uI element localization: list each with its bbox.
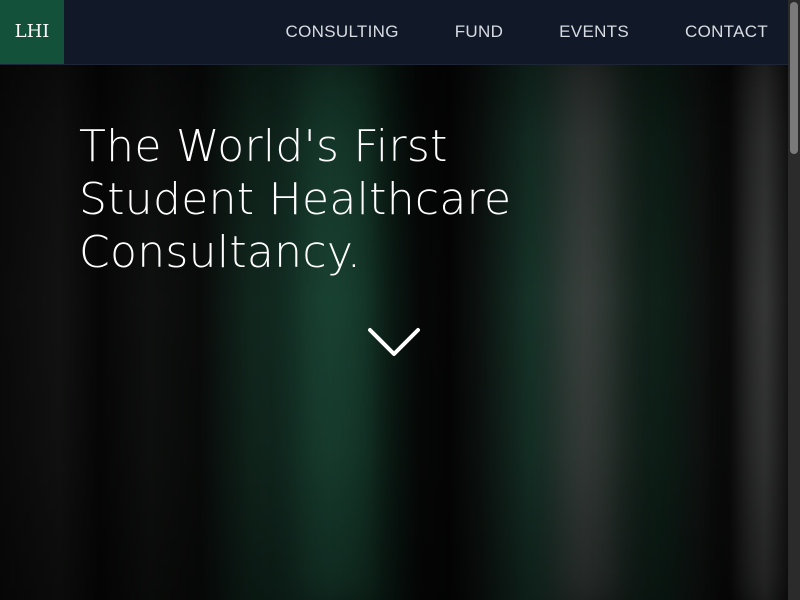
hero-vignette [0,0,788,600]
page-scrollbar[interactable] [788,0,800,600]
nav-item-consulting[interactable]: CONSULTING [286,22,399,42]
hero-headline-line: Consultancy. [79,227,362,278]
navbar: LHI CONSULTING FUND EVENTS CONTACT [0,0,788,65]
hero-headline-line: Student Healthcare [79,174,512,225]
chevron-down-icon[interactable] [366,326,422,360]
nav-item-contact[interactable]: CONTACT [685,22,768,42]
nav-item-fund[interactable]: FUND [455,22,503,42]
hero-headline: The World's First Student Healthcare Con… [79,120,639,279]
logo[interactable]: LHI [0,0,64,64]
page: LHI CONSULTING FUND EVENTS CONTACT The W… [0,0,800,600]
nav-item-events[interactable]: EVENTS [559,22,629,42]
scrollbar-thumb[interactable] [790,2,798,154]
hero-headline-line: The World's First [79,121,448,172]
main-nav: CONSULTING FUND EVENTS CONTACT [230,0,768,64]
